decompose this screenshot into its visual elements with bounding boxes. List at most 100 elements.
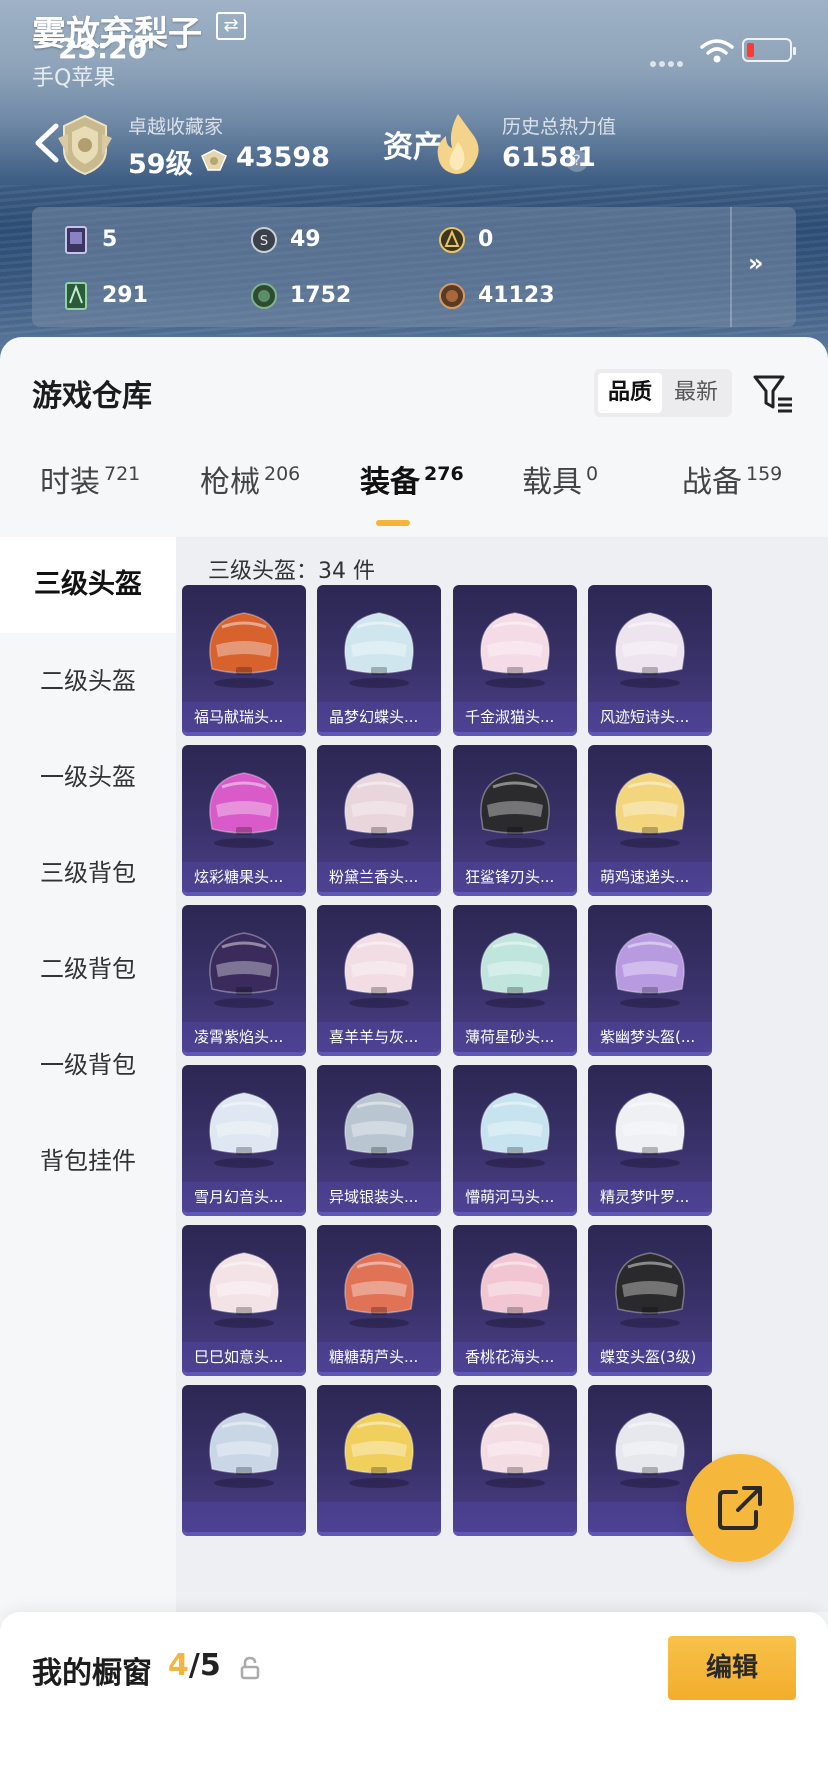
medal-count: 43598 <box>236 142 330 173</box>
share-icon <box>718 1486 762 1530</box>
helmet-icon <box>209 1412 279 1488</box>
active-tab-indicator <box>376 520 410 526</box>
currency-panel: 5 S 49 0 291 1752 41123 » <box>32 207 796 327</box>
helmet-card[interactable]: 炫彩糖果头... <box>182 745 306 896</box>
helmet-card[interactable]: 喜羊羊与灰... <box>317 905 441 1056</box>
helmet-card[interactable]: 巳巳如意头... <box>182 1225 306 1376</box>
green-coin-icon <box>251 283 277 309</box>
item-grid-area: 三级头盔：34 件 福马献瑞头... 晶梦幻蝶头... 千金淑猫头... 风迹短诗头.… <box>176 537 828 1612</box>
currency-value: 49 <box>290 227 321 252</box>
helmet-name: 千金淑猫头... <box>453 702 577 732</box>
helmet-card[interactable]: 紫幽梦头盔(... <box>588 905 712 1056</box>
silver-coin-icon: S <box>251 227 277 253</box>
helmet-name: 精灵梦叶罗... <box>588 1182 712 1212</box>
helmet-name: 狂鲨锋刃头... <box>453 862 577 892</box>
helmet-name: 晶梦幻蝶头... <box>317 702 441 732</box>
rank-title: 卓越收藏家 <box>128 116 224 138</box>
sidebar-item-level1-backpack[interactable]: 一级背包 <box>0 1017 176 1113</box>
tab-vehicles[interactable]: 载具 0 <box>522 457 598 537</box>
help-icon[interactable]: ? <box>566 150 588 172</box>
sort-quality-option[interactable]: 品质 <box>598 373 662 413</box>
tab-battle-gear[interactable]: 战备 159 <box>682 457 782 537</box>
edit-button[interactable]: 编辑 <box>668 1636 796 1700</box>
currency-value: 291 <box>102 283 148 308</box>
helmet-card[interactable]: 懵萌河马头... <box>453 1065 577 1216</box>
helmet-icon <box>344 612 414 688</box>
helmet-card[interactable]: 风迹短诗头... <box>588 585 712 736</box>
tab-label: 载具 <box>522 465 582 500</box>
helmet-name: 薄荷星砂头... <box>453 1022 577 1052</box>
helmet-icon <box>480 1092 550 1168</box>
tab-count: 0 <box>586 463 599 485</box>
helmet-icon <box>344 1412 414 1488</box>
helmet-icon <box>480 612 550 688</box>
helmet-icon <box>480 1412 550 1488</box>
helmet-name: 异域银装头... <box>317 1182 441 1212</box>
helmet-name: 蝶变头盔(3级) <box>588 1342 712 1372</box>
helmet-card[interactable]: 福马献瑞头... <box>182 585 306 736</box>
tab-count: 276 <box>424 463 464 485</box>
helmet-card[interactable]: 精灵梦叶罗... <box>588 1065 712 1216</box>
helmet-name: 粉黛兰香头... <box>317 862 441 892</box>
sidebar-item-level1-helmet[interactable]: 一级头盔 <box>0 729 176 825</box>
svg-text:S: S <box>260 234 268 249</box>
helmet-icon <box>209 1252 279 1328</box>
helmet-card[interactable]: 异域银装头... <box>317 1065 441 1216</box>
sidebar-item-backpack-charm[interactable]: 背包挂件 <box>0 1113 176 1209</box>
helmet-card[interactable]: 薄荷星砂头... <box>453 905 577 1056</box>
helmet-card[interactable] <box>453 1385 577 1536</box>
tab-fashion[interactable]: 时装 721 <box>40 457 140 537</box>
expand-more-icon[interactable]: » <box>748 249 764 277</box>
showcase-max: 5 <box>199 1648 221 1683</box>
helmet-name: 紫幽梦头盔(... <box>588 1022 712 1052</box>
helmet-card[interactable]: 雪月幻音头... <box>182 1065 306 1216</box>
heat-title: 历史总热力值 <box>502 116 617 138</box>
helmet-icon <box>480 1252 550 1328</box>
helmet-card[interactable]: 千金淑猫头... <box>453 585 577 736</box>
currency-value: 5 <box>102 227 118 252</box>
sidebar-item-level2-backpack[interactable]: 二级背包 <box>0 921 176 1017</box>
tab-count: 159 <box>746 463 783 485</box>
helmet-icon <box>209 612 279 688</box>
sidebar-item-level3-helmet[interactable]: 三级头盔 <box>0 537 176 633</box>
showcase-bar: 我的橱窗 4/5 编辑 <box>0 1612 828 1792</box>
share-button[interactable] <box>686 1454 794 1562</box>
helmet-name <box>453 1502 577 1532</box>
switch-account-icon[interactable]: ⇄ <box>216 12 246 40</box>
helmet-card[interactable]: 香桃花海头... <box>453 1225 577 1376</box>
helmet-card[interactable]: 凌霄紫焰头... <box>182 905 306 1056</box>
helmet-card[interactable]: 狂鲨锋刃头... <box>453 745 577 896</box>
helmet-name: 喜羊羊与灰... <box>317 1022 441 1052</box>
helmet-name: 凌霄紫焰头... <box>182 1022 306 1052</box>
helmet-card[interactable]: 粉黛兰香头... <box>317 745 441 896</box>
profile-header: 霎放弃梨子 ⇄ 23:20 手Q苹果 卓越收藏家 59级 43598 资产 历史… <box>0 0 828 380</box>
filter-icon[interactable] <box>752 373 794 415</box>
helmet-card[interactable] <box>317 1385 441 1536</box>
helmet-card[interactable] <box>182 1385 306 1536</box>
helmet-icon <box>344 1252 414 1328</box>
helmet-icon <box>209 932 279 1008</box>
category-tabs: 时装 721 枪械 206 装备 276 载具 0 战备 159 <box>0 457 828 537</box>
helmet-card[interactable]: 晶梦幻蝶头... <box>317 585 441 736</box>
tab-label: 时装 <box>40 465 100 500</box>
sort-toggle: 品质 最新 <box>594 369 732 417</box>
tab-weapons[interactable]: 枪械 206 <box>200 457 300 537</box>
helmet-card[interactable]: 萌鸡速递头... <box>588 745 712 896</box>
currency-value: 41123 <box>478 283 555 308</box>
collector-rank-badge-icon <box>58 114 112 176</box>
showcase-title: 我的橱窗 <box>32 1656 152 1691</box>
helmet-name: 炫彩糖果头... <box>182 862 306 892</box>
subcategory-sidebar: 三级头盔 二级头盔 一级头盔 三级背包 二级背包 一级背包 背包挂件 <box>0 537 176 1612</box>
sidebar-item-level3-backpack[interactable]: 三级背包 <box>0 825 176 921</box>
green-card-icon <box>65 282 87 310</box>
tab-equipment[interactable]: 装备 276 <box>360 457 464 537</box>
showcase-count: 4/5 <box>168 1648 221 1683</box>
helmet-card[interactable]: 糖糖葫芦头... <box>317 1225 441 1376</box>
helmet-card[interactable]: 蝶变头盔(3级) <box>588 1225 712 1376</box>
sidebar-item-level2-helmet[interactable]: 二级头盔 <box>0 633 176 729</box>
sort-newest-option[interactable]: 最新 <box>664 373 728 413</box>
tab-label: 战备 <box>682 465 742 500</box>
helmet-name: 香桃花海头... <box>453 1342 577 1372</box>
helmet-name: 雪月幻音头... <box>182 1182 306 1212</box>
helmet-icon <box>615 932 685 1008</box>
